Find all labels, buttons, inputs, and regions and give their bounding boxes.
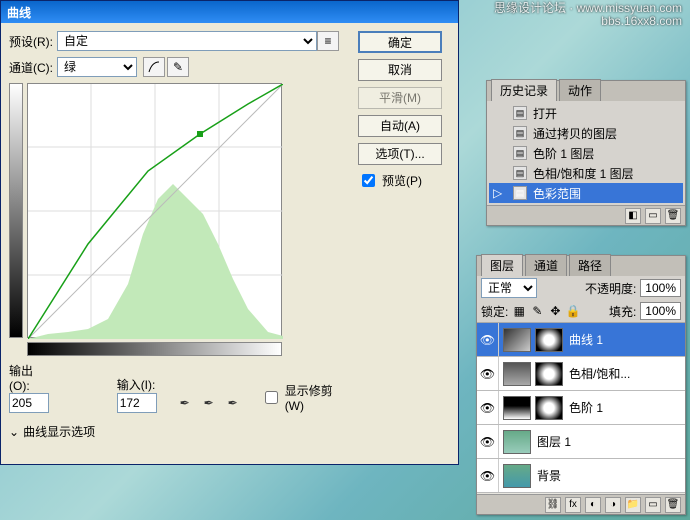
new-snapshot-icon[interactable]: ◧ xyxy=(625,208,641,224)
blend-mode-select[interactable]: 正常 xyxy=(481,278,537,298)
link-layers-icon[interactable]: ⛓ xyxy=(545,497,561,513)
layer-thumbnail[interactable] xyxy=(503,328,531,352)
layer-row[interactable]: 👁 背景 xyxy=(477,459,685,493)
input-gradient xyxy=(27,342,282,356)
history-item[interactable]: ▤ 色相/饱和度 1 图层 xyxy=(489,163,683,183)
history-step-icon: ▤ xyxy=(513,126,527,140)
layer-thumbnail[interactable] xyxy=(503,362,531,386)
curve-graph[interactable] xyxy=(27,83,282,338)
layers-panel: 图层 通道 路径 正常 不透明度: 100% 锁定: ▦ ✎ ✥ 🔒 填充: 1… xyxy=(476,255,686,515)
dialog-titlebar[interactable]: 曲线 xyxy=(1,1,458,23)
visibility-toggle[interactable]: 👁 xyxy=(477,391,499,424)
visibility-toggle[interactable]: 👁 xyxy=(477,459,499,492)
input-input[interactable] xyxy=(117,393,157,413)
layer-name-label[interactable]: 图层 1 xyxy=(535,433,685,450)
eyedropper-white-icon[interactable]: ✒ xyxy=(223,393,243,413)
history-panel: 历史记录 动作 ▤打开▤通过拷贝的图层▤色阶 1 图层▤色相/饱和度 1 图层▷… xyxy=(486,80,686,226)
preset-menu-button[interactable]: ≡ xyxy=(317,31,339,51)
layer-mask-thumbnail[interactable] xyxy=(535,362,563,386)
input-label: 输入(I): xyxy=(117,376,157,393)
eye-icon: 👁 xyxy=(480,435,495,449)
ok-button[interactable]: 确定 xyxy=(358,31,442,53)
eyedropper-gray-icon[interactable]: ✒ xyxy=(199,393,219,413)
layer-thumbnail[interactable] xyxy=(503,430,531,454)
layer-mask-icon[interactable]: ◐ xyxy=(585,497,601,513)
layer-name-label[interactable]: 色相/饱和... xyxy=(567,365,685,382)
history-step-icon: ▤ xyxy=(513,146,527,160)
opacity-label: 不透明度: xyxy=(585,280,636,297)
curve-display-options-toggle[interactable]: ⌄ 曲线显示选项 xyxy=(9,423,350,440)
new-doc-icon[interactable]: ▭ xyxy=(645,208,661,224)
history-item-label: 打开 xyxy=(533,105,557,122)
eye-icon: 👁 xyxy=(480,367,495,381)
smooth-button: 平滑(M) xyxy=(358,87,442,109)
layer-row[interactable]: 👁 曲线 1 xyxy=(477,323,685,357)
opacity-value[interactable]: 100% xyxy=(640,279,681,297)
pencil-tool-icon[interactable]: ✎ xyxy=(167,57,189,77)
layer-name-label[interactable]: 色阶 1 xyxy=(567,399,685,416)
visibility-toggle[interactable]: 👁 xyxy=(477,323,499,356)
lock-brush-icon[interactable]: ✎ xyxy=(530,304,544,318)
eye-icon: 👁 xyxy=(480,469,495,483)
layer-fx-icon[interactable]: fx xyxy=(565,497,581,513)
eye-icon: 👁 xyxy=(480,401,495,415)
history-item[interactable]: ▤ 通过拷贝的图层 xyxy=(489,123,683,143)
output-label: 输出(O): xyxy=(9,362,53,393)
eyedropper-black-icon[interactable]: ✒ xyxy=(175,393,195,413)
tab-layers[interactable]: 图层 xyxy=(481,254,523,276)
visibility-toggle[interactable]: 👁 xyxy=(477,425,499,458)
layer-thumbnail[interactable] xyxy=(503,396,531,420)
lock-all-icon[interactable]: 🔒 xyxy=(566,304,580,318)
lock-label: 锁定: xyxy=(481,303,508,320)
output-input[interactable] xyxy=(9,393,49,413)
history-item-label: 色相/饱和度 1 图层 xyxy=(533,165,634,182)
curve-tool-icon[interactable] xyxy=(143,57,165,77)
layer-row[interactable]: 👁 色相/饱和... xyxy=(477,357,685,391)
preview-checkbox[interactable]: 预览(P) xyxy=(358,171,450,190)
history-item-label: 通过拷贝的图层 xyxy=(533,125,617,142)
history-step-icon: ▤ xyxy=(513,166,527,180)
tab-history[interactable]: 历史记录 xyxy=(491,79,557,101)
layer-name-label[interactable]: 背景 xyxy=(535,467,685,484)
trash-icon[interactable]: 🗑 xyxy=(665,208,681,224)
history-item[interactable]: ▤ 色阶 1 图层 xyxy=(489,143,683,163)
history-item-label: 色阶 1 图层 xyxy=(533,145,594,162)
eye-icon: 👁 xyxy=(480,333,495,347)
options-button[interactable]: 选项(T)... xyxy=(358,143,442,165)
show-clipping-checkbox[interactable]: 显示修剪(W) xyxy=(261,382,350,413)
output-gradient xyxy=(9,83,23,338)
layer-mask-thumbnail[interactable] xyxy=(535,396,563,420)
new-layer-icon[interactable]: ▭ xyxy=(645,497,661,513)
adjustment-layer-icon[interactable]: ◑ xyxy=(605,497,621,513)
watermark: 思缘设计论坛 · www.missyuan.com bbs.16xx8.com xyxy=(494,2,682,28)
tab-channels[interactable]: 通道 xyxy=(525,254,567,276)
history-step-icon: ▤ xyxy=(513,186,527,200)
fill-label: 填充: xyxy=(609,303,636,320)
history-item-label: 色彩范围 xyxy=(533,185,581,202)
layer-name-label[interactable]: 曲线 1 xyxy=(567,331,685,348)
layer-mask-thumbnail[interactable] xyxy=(535,328,563,352)
layer-row[interactable]: 👁 图层 1 xyxy=(477,425,685,459)
layer-thumbnail[interactable] xyxy=(503,464,531,488)
group-icon[interactable]: 📁 xyxy=(625,497,641,513)
delete-layer-icon[interactable]: 🗑 xyxy=(665,497,681,513)
fill-value[interactable]: 100% xyxy=(640,302,681,320)
tab-actions[interactable]: 动作 xyxy=(559,79,601,101)
lock-transparent-icon[interactable]: ▦ xyxy=(512,304,526,318)
tab-paths[interactable]: 路径 xyxy=(569,254,611,276)
channel-select[interactable]: 绿 xyxy=(57,57,137,77)
channel-label: 通道(C): xyxy=(9,59,53,76)
curves-dialog: 曲线 预设(R): 自定 ≡ 通道(C): 绿 ✎ xyxy=(0,0,459,465)
history-item[interactable]: ▷▤色彩范围 xyxy=(489,183,683,203)
preset-label: 预设(R): xyxy=(9,33,53,50)
preset-select[interactable]: 自定 xyxy=(57,31,317,51)
chevron-icon: ⌄ xyxy=(9,425,19,439)
lock-move-icon[interactable]: ✥ xyxy=(548,304,562,318)
auto-button[interactable]: 自动(A) xyxy=(358,115,442,137)
history-step-icon: ▤ xyxy=(513,106,527,120)
cancel-button[interactable]: 取消 xyxy=(358,59,442,81)
visibility-toggle[interactable]: 👁 xyxy=(477,357,499,390)
history-item[interactable]: ▤ 打开 xyxy=(489,103,683,123)
layer-row[interactable]: 👁 色阶 1 xyxy=(477,391,685,425)
